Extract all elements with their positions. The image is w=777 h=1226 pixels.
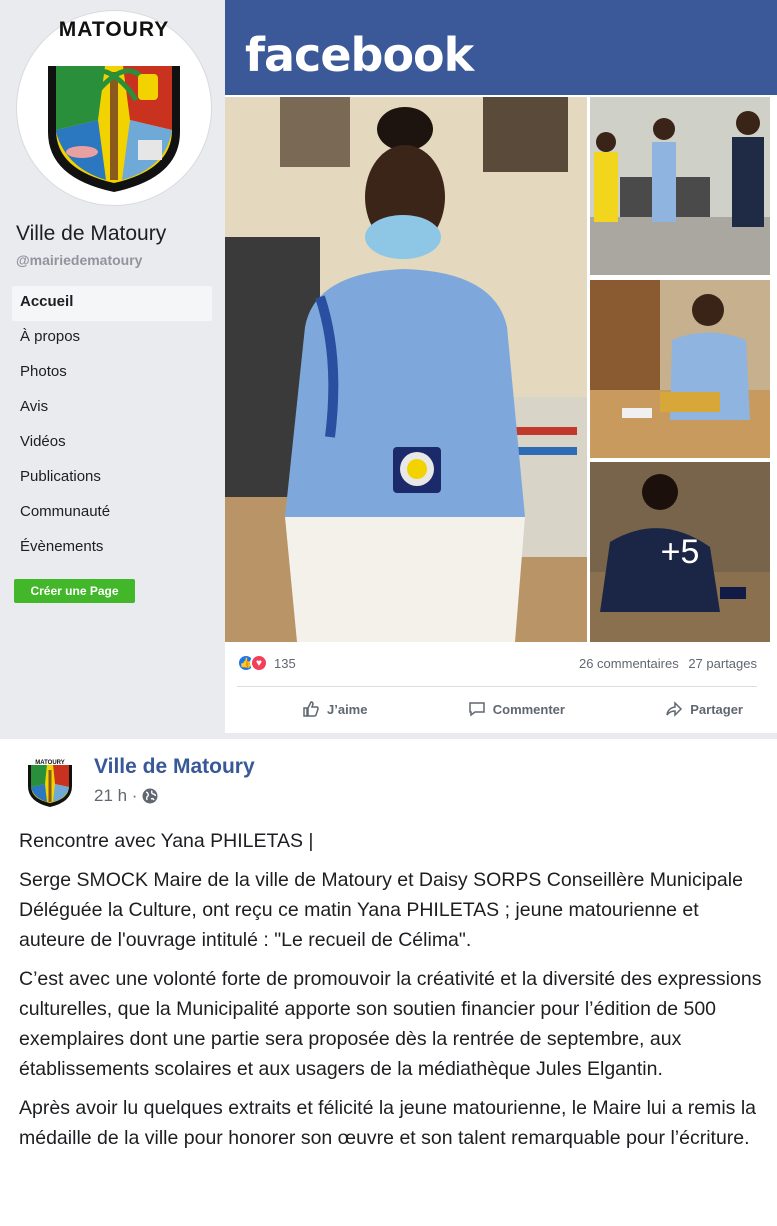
nav-item-photos[interactable]: Photos [12, 356, 212, 391]
engagement-counts: 26 commentaires 27 partages [573, 656, 757, 671]
post-meta: 21 h · [94, 786, 159, 806]
post-timestamp[interactable]: 21 h · [94, 786, 137, 806]
post-paragraph: C’est avec une volonté forte de promouvo… [19, 968, 762, 1080]
nav-item-communaute[interactable]: Communauté [12, 496, 212, 531]
page-sidebar: MATOURY Ville de Matoury @mairiedematour… [0, 0, 224, 733]
love-reaction-icon: ♥ [250, 654, 268, 672]
page-handle[interactable]: @mairiedematoury [16, 252, 142, 268]
post-photo-more[interactable]: +5 [590, 462, 770, 642]
nav-item-publications[interactable]: Publications [12, 461, 212, 496]
reaction-count: 135 [274, 655, 296, 671]
like-label: J’aime [327, 701, 368, 717]
nav-item-a-propos[interactable]: À propos [12, 321, 212, 356]
nav-item-accueil[interactable]: Accueil [12, 286, 212, 321]
post-paragraph: Après avoir lu quelques extraits et féli… [19, 1097, 757, 1149]
like-button[interactable]: J’aime [287, 694, 381, 724]
post-photo-main[interactable] [225, 97, 587, 642]
facebook-logo[interactable]: facebook [245, 28, 474, 82]
divider [237, 686, 757, 687]
facebook-header: facebook [225, 0, 777, 95]
post-author-name[interactable]: Ville de Matoury [94, 755, 255, 779]
nav-item-videos[interactable]: Vidéos [12, 426, 212, 461]
post-text-card: MATOURY Ville de Matoury 21 h · Rencontr… [0, 739, 777, 1226]
reactions-summary[interactable]: 👍 ♥ 135 [237, 653, 296, 673]
comment-label: Commenter [492, 701, 565, 717]
matoury-crest-icon: MATOURY [28, 760, 72, 807]
post-paragraph: Serge SMOCK Maire de la ville de Matoury… [19, 869, 743, 951]
post-photo-thumbnail[interactable] [590, 280, 770, 458]
post-paragraph: Rencontre avec Yana PHILETAS | [19, 830, 314, 852]
create-page-button[interactable]: Créer une Page [14, 579, 135, 603]
facebook-page-screenshot: MATOURY Ville de Matoury @mairiedematour… [0, 0, 777, 733]
page-nav: Accueil À propos Photos Avis Vidéos Publ… [12, 286, 212, 566]
shares-count[interactable]: 27 partages [688, 656, 757, 671]
comment-icon [468, 702, 485, 717]
thumbs-up-icon [303, 701, 319, 717]
post-photo-thumbnail[interactable] [590, 97, 770, 275]
crest-wordmark: MATOURY [58, 18, 170, 41]
comments-count[interactable]: 26 commentaires [579, 656, 679, 671]
share-arrow-icon [666, 701, 683, 717]
post-actions: J’aime Commenter Partager [237, 694, 757, 724]
matoury-crest-icon [48, 50, 180, 192]
share-label: Partager [690, 701, 743, 717]
signing-book-photo [590, 280, 770, 458]
nav-item-avis[interactable]: Avis [12, 391, 212, 426]
woman-holding-medal-photo [225, 97, 587, 642]
group-standing-photo [590, 97, 770, 275]
share-button[interactable]: Partager [650, 694, 757, 724]
author-avatar[interactable]: MATOURY [20, 750, 80, 810]
svg-text:MATOURY: MATOURY [35, 760, 65, 766]
globe-icon[interactable] [141, 787, 159, 805]
page-name[interactable]: Ville de Matoury [16, 222, 166, 246]
nav-item-evenements[interactable]: Évènements [12, 531, 212, 566]
post-body: Rencontre avec Yana PHILETAS | Serge SMO… [19, 826, 764, 1162]
more-photos-overlay[interactable]: +5 [590, 462, 770, 642]
post-card: facebook +5 👍 ♥ 135 26 commentaires 27 p… [225, 0, 777, 733]
comment-button[interactable]: Commenter [453, 694, 579, 724]
